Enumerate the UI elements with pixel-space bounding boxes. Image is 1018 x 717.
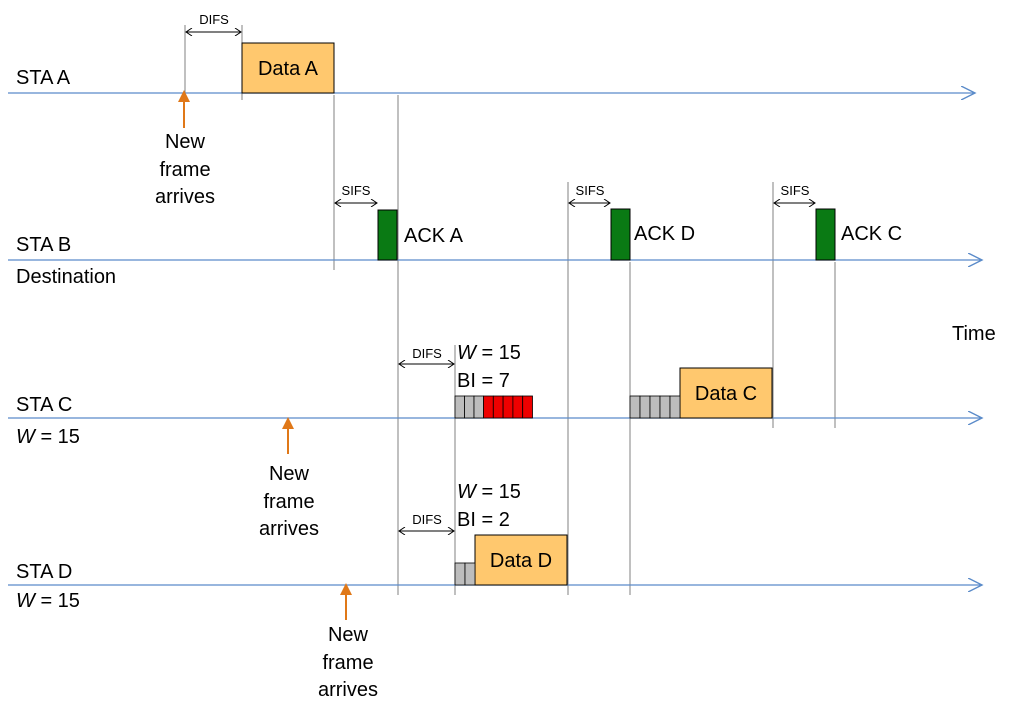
backoff-slots-c1	[454, 395, 533, 419]
backoff-slot	[454, 562, 466, 586]
backoff-c-window: W = 15	[457, 342, 521, 364]
difs-c-label: DIFS	[412, 346, 442, 361]
sta-b-sublabel: Destination	[16, 266, 116, 288]
ack-frame-c: ACK C	[815, 208, 902, 261]
sta-d-window: W = 15	[16, 590, 80, 612]
backoff-slot	[492, 395, 504, 419]
backoff-slots-d	[454, 562, 476, 586]
backoff-slot	[473, 395, 484, 419]
ack-c-label: ACK C	[841, 223, 902, 245]
csma-timing-diagram: STA A STA B Destination STA C W = 15 STA…	[8, 12, 996, 701]
sta-d-w-var: W	[16, 590, 37, 612]
time-axis-label: Time	[952, 323, 996, 345]
sta-d-label: STA D	[16, 561, 72, 583]
arrival-c-line-2: frame	[263, 491, 314, 513]
backoff-d-w-var: W	[457, 481, 478, 503]
arrival-d-line-2: frame	[322, 652, 373, 674]
backoff-d-w-value: = 15	[476, 481, 521, 503]
backoff-slot	[522, 395, 533, 419]
backoff-slot	[483, 395, 494, 419]
sta-b-label: STA B	[16, 234, 71, 256]
backoff-slot	[454, 395, 465, 419]
data-a-label: Data A	[258, 58, 319, 80]
backoff-slot	[639, 395, 651, 419]
backoff-slot	[629, 395, 641, 419]
backoff-c-w-var: W	[457, 342, 478, 364]
backoff-c-w-value: = 15	[476, 342, 521, 364]
sta-d-w-value: = 15	[35, 590, 80, 612]
sta-c-w-var: W	[16, 426, 37, 448]
sifs-1-label: SIFS	[342, 183, 371, 198]
arrival-d-line-1: New	[328, 624, 369, 646]
arrival-a-line-2: frame	[159, 159, 210, 181]
sta-c-window: W = 15	[16, 426, 80, 448]
sta-c-w-value: = 15	[35, 426, 80, 448]
data-d-label: Data D	[490, 550, 552, 572]
arrival-d-line-3: arrives	[318, 679, 378, 701]
backoff-slot	[512, 395, 524, 419]
backoff-c-index: BI = 7	[457, 370, 510, 392]
arrival-c-line-1: New	[269, 463, 310, 485]
difs-a-label: DIFS	[199, 12, 229, 27]
arrival-c-line-3: arrives	[259, 518, 319, 540]
sta-c-label: STA C	[16, 394, 72, 416]
arrival-a-line-1: New	[165, 131, 206, 153]
ack-frame-d: ACK D	[610, 208, 695, 261]
backoff-d-index: BI = 2	[457, 509, 510, 531]
backoff-slot	[464, 562, 476, 586]
difs-d-label: DIFS	[412, 512, 442, 527]
arrival-a-line-3: arrives	[155, 186, 215, 208]
data-frame-c: Data C	[679, 367, 773, 419]
backoff-slot	[669, 395, 681, 419]
data-c-label: Data C	[695, 383, 757, 405]
backoff-d-window: W = 15	[457, 481, 521, 503]
data-frame-d: Data D	[474, 534, 568, 586]
ack-a-label: ACK A	[404, 225, 464, 247]
sifs-2-label: SIFS	[576, 183, 605, 198]
backoff-slot	[649, 395, 661, 419]
backoff-slot	[502, 395, 514, 419]
ack-d-label: ACK D	[634, 223, 695, 245]
sta-a-label: STA A	[16, 67, 71, 89]
backoff-slot	[659, 395, 671, 419]
interval-arrows	[186, 32, 815, 531]
sifs-3-label: SIFS	[781, 183, 810, 198]
data-frame-a: Data A	[241, 42, 335, 94]
backoff-slot	[464, 395, 475, 419]
ack-frame-a: ACK A	[377, 209, 464, 261]
backoff-slots-c2	[629, 395, 681, 419]
